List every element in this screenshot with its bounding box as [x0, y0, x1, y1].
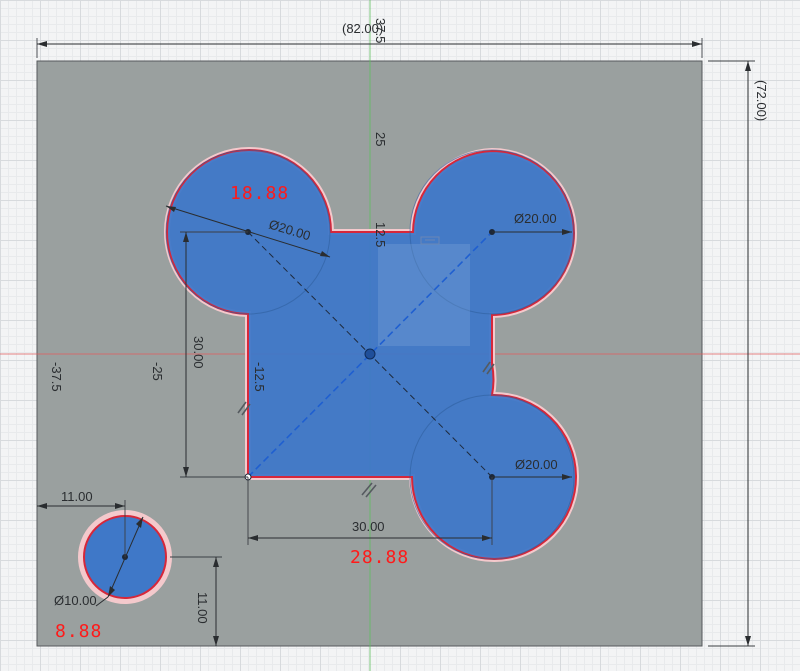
- area-label-top: 18.88: [230, 183, 289, 204]
- center-point[interactable]: [364, 348, 376, 360]
- axis-label-left-12-5: -12.5: [252, 362, 267, 392]
- area-label-bottom: 28.88: [350, 547, 409, 568]
- small-hole-diameter-label: Ø10.00: [54, 593, 97, 608]
- axis-label-y-12-5: 12.5: [373, 222, 388, 247]
- axis-label-top-37-5: 37.5: [373, 18, 388, 43]
- axis-label-left-25: -25: [150, 362, 165, 381]
- axis-label-y-25: 25: [373, 132, 388, 146]
- sketch-canvas[interactable]: (82.00) (72.00) 37.5 25 12.5 -37.5 -25 -…: [0, 0, 800, 671]
- square-width-label: 30.00: [352, 519, 385, 534]
- hover-highlight: [378, 244, 470, 346]
- bottom-right-diameter-label: Ø20.00: [515, 457, 558, 472]
- top-right-diameter-label: Ø20.00: [514, 211, 557, 226]
- overall-height-label: (72.00): [754, 80, 769, 121]
- area-label-small: 8.88: [55, 621, 102, 642]
- square-height-label: 30.00: [191, 336, 206, 369]
- overall-width-dimension[interactable]: (82.00): [36, 21, 703, 58]
- axis-label-left-37-5: -37.5: [49, 362, 64, 392]
- small-hole-offset-y-label: 11.00: [195, 592, 210, 624]
- small-hole-offset-x-label: 11.00: [61, 489, 93, 504]
- overall-height-dimension[interactable]: (72.00): [708, 60, 769, 647]
